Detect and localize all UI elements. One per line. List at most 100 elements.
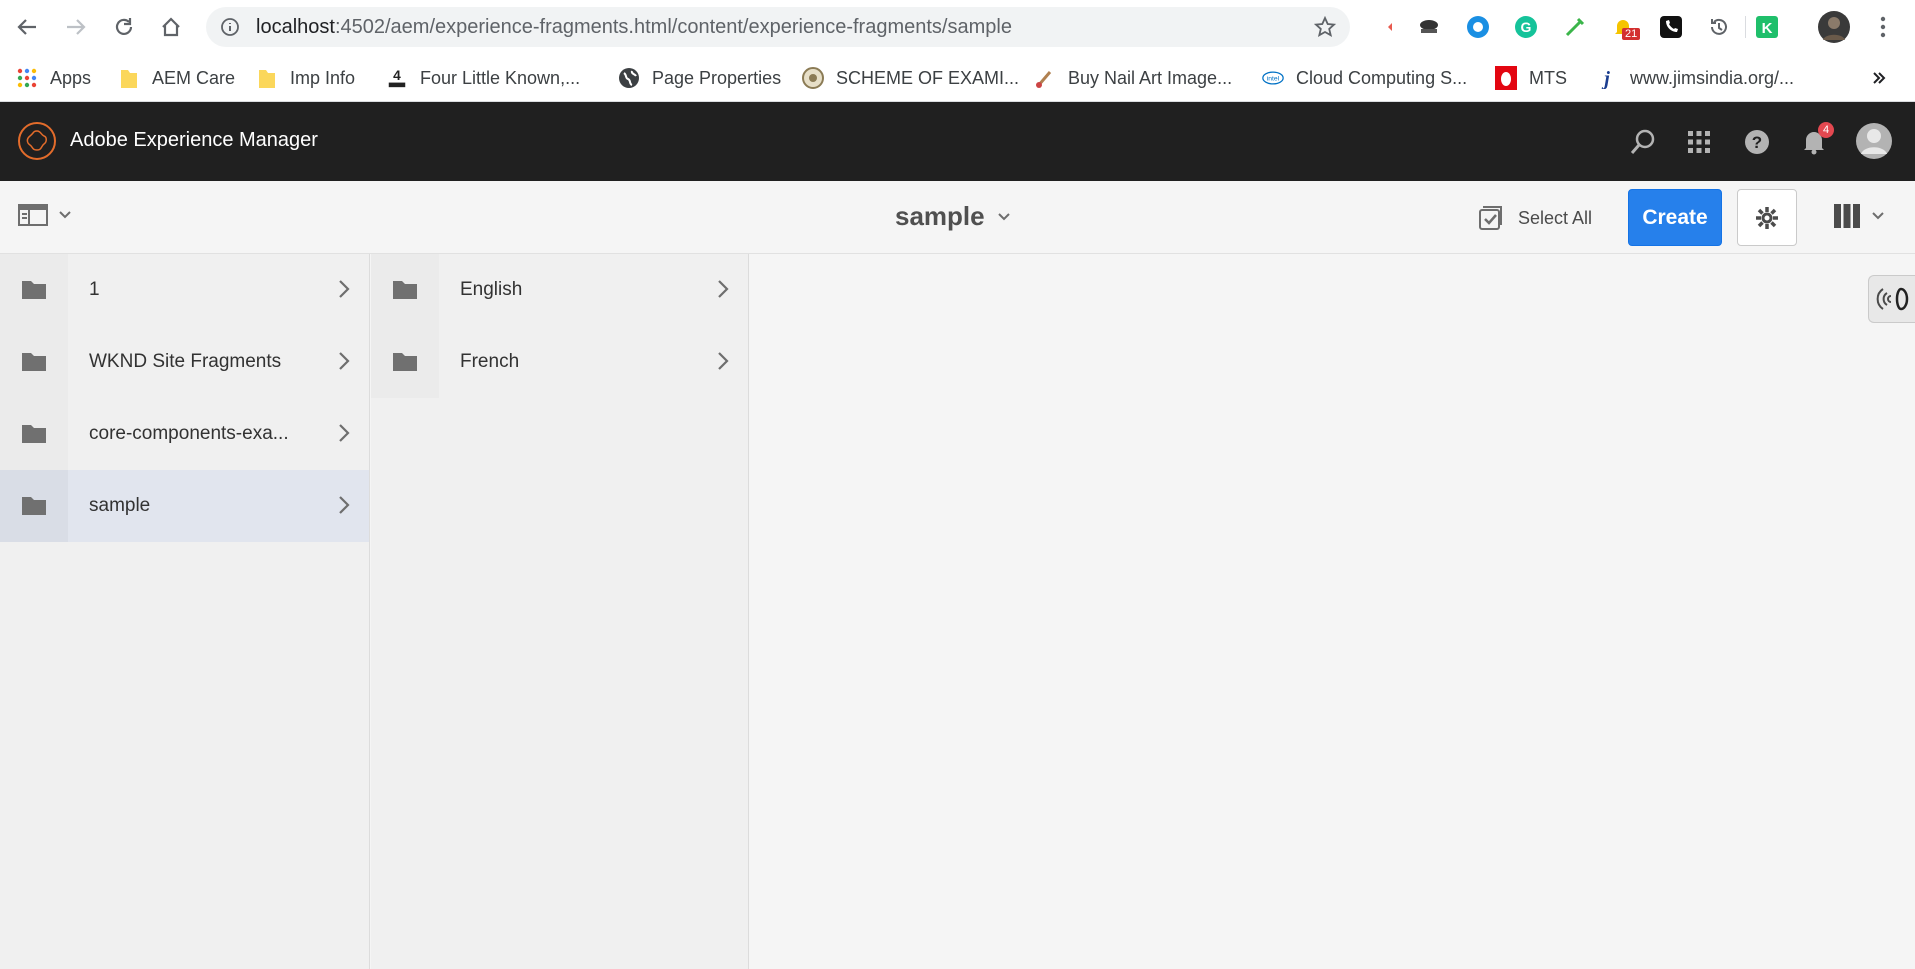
column-item[interactable]: WKND Site Fragments (0, 326, 369, 398)
bookmark-label: Four Little Known,... (420, 67, 581, 88)
forward-button[interactable] (63, 14, 89, 40)
column-view-icon (1834, 204, 1860, 228)
back-arrow-icon (17, 19, 36, 35)
history-icon[interactable] (1706, 14, 1732, 40)
svg-text:?: ? (1752, 133, 1762, 152)
bookmarks-overflow-button[interactable] (1872, 65, 1886, 91)
apps-grid-icon (16, 67, 38, 89)
svg-text:j: j (1601, 68, 1610, 89)
aem-global-header: Adobe Experience Manager ? 4 (0, 102, 1915, 181)
column-item-label: WKND Site Fragments (89, 351, 282, 372)
extension-red-icon[interactable] (1370, 14, 1396, 40)
column-item[interactable]: French (371, 326, 748, 398)
folder-icon (118, 67, 140, 89)
bookmark-buy-nail-art[interactable]: Buy Nail Art Image... (1034, 65, 1232, 91)
help-button[interactable]: ? (1741, 126, 1773, 158)
bookmark-label: AEM Care (152, 67, 236, 88)
folder-icon (371, 326, 439, 398)
bookmark-mts[interactable]: MTS (1495, 65, 1567, 91)
column-item[interactable]: 1 (0, 254, 369, 326)
notification-count-badge: 4 (1818, 122, 1834, 138)
create-button[interactable]: Create (1628, 189, 1722, 246)
toolbar-divider (1745, 16, 1746, 38)
select-all-label: Select All (1518, 207, 1593, 228)
notifications-button[interactable]: 4 (1798, 122, 1834, 158)
bookmark-aem-care[interactable]: AEM Care (118, 65, 235, 91)
folder-icon (0, 254, 68, 326)
grid-icon (1688, 131, 1710, 153)
folder-icon (0, 470, 68, 542)
chevron-right-icon[interactable] (337, 350, 351, 372)
profile-avatar[interactable] (1817, 10, 1851, 44)
folder-icon (0, 326, 68, 398)
extension-phone-icon[interactable] (1658, 14, 1684, 40)
rail-toggle-button[interactable] (18, 203, 72, 227)
bookmark-cloud-computing[interactable]: intel Cloud Computing S... (1262, 65, 1467, 91)
reload-button[interactable] (111, 14, 137, 40)
site-info-icon[interactable] (220, 17, 240, 37)
chevron-down-icon (1872, 212, 1884, 220)
page-title: sample (895, 201, 985, 231)
select-all-button[interactable]: Select All (1478, 205, 1592, 231)
folder-icon (0, 398, 68, 470)
bookmark-imp-info[interactable]: Imp Info (256, 65, 355, 91)
bookmark-scheme-of-exami[interactable]: SCHEME OF EXAMI... (802, 65, 1019, 91)
home-icon (162, 17, 180, 37)
side-panel-icon (18, 204, 48, 226)
checkbox-select-icon (1479, 206, 1502, 230)
bookmark-star-icon[interactable] (1314, 16, 1336, 38)
settings-button[interactable] (1737, 189, 1797, 246)
column-item[interactable]: core-components-exa... (0, 398, 369, 470)
guys-logo-icon: 4 (386, 67, 408, 89)
double-chevron-icon (1873, 72, 1886, 84)
column-item-selected[interactable]: sample (0, 470, 369, 542)
bookmark-page-properties[interactable]: Page Properties (618, 65, 781, 91)
home-button[interactable] (158, 14, 184, 40)
bookmark-label: Buy Nail Art Image... (1068, 67, 1233, 88)
chevron-right-icon[interactable] (716, 350, 730, 372)
chevron-right-icon[interactable] (337, 422, 351, 444)
extension-pen-icon[interactable] (1562, 14, 1588, 40)
help-icon: ? (1745, 130, 1769, 154)
view-switcher-button[interactable] (1833, 203, 1885, 229)
bookmark-jimsindia[interactable]: j www.jimsindia.org/... (1596, 65, 1794, 91)
aem-logo-icon[interactable] (18, 122, 56, 160)
extension-bell-icon[interactable]: 21 (1610, 14, 1641, 40)
aem-product-title[interactable]: Adobe Experience Manager (70, 129, 318, 152)
column-item-label: sample (89, 495, 151, 516)
column-item-label: English (460, 279, 523, 300)
broadcast-icon (1876, 287, 1909, 311)
bookmark-label: Page Properties (652, 67, 782, 88)
back-button[interactable] (14, 14, 40, 40)
bookmark-label: SCHEME OF EXAMI... (836, 67, 1020, 88)
side-panel-tab[interactable] (1868, 275, 1915, 323)
svg-text:K: K (1762, 20, 1773, 37)
search-button[interactable] (1627, 126, 1659, 158)
column-item-label: French (460, 351, 520, 372)
breadcrumb-title-button[interactable]: sample (895, 201, 1011, 232)
extension-spy-icon[interactable] (1416, 14, 1442, 40)
column-item-label: core-components-exa... (89, 423, 289, 444)
extension-k-icon[interactable]: K (1754, 14, 1780, 40)
mts-icon (1495, 66, 1517, 90)
chrome-menu-icon[interactable] (1870, 14, 1896, 40)
bookmarks-bar: Apps AEM Care Imp Info 4 Four Little Kno… (0, 55, 1915, 102)
chevron-right-icon[interactable] (716, 278, 730, 300)
intel-icon: intel (1262, 67, 1284, 89)
column-view-level-1: 1 WKND Site Fragments core-components-ex… (0, 254, 370, 969)
extension-circle-icon[interactable] (1465, 14, 1491, 40)
chevron-right-icon[interactable] (337, 494, 351, 516)
user-avatar[interactable] (1855, 122, 1893, 160)
gear-icon (1756, 206, 1778, 229)
column-item[interactable]: English (371, 254, 748, 326)
j-icon: j (1596, 67, 1618, 89)
chevron-right-icon[interactable] (337, 278, 351, 300)
bookmark-apps[interactable]: Apps (16, 65, 91, 91)
address-bar[interactable]: localhost:4502/aem/experience-fragments.… (206, 7, 1350, 47)
grammarly-icon[interactable]: G (1513, 14, 1539, 40)
chevron-down-icon (59, 211, 71, 219)
bookmark-four-little-known[interactable]: 4 Four Little Known,... (386, 65, 580, 91)
folder-icon (371, 254, 439, 326)
solutions-button[interactable] (1683, 126, 1715, 158)
url-text: localhost:4502/aem/experience-fragments.… (256, 16, 1012, 38)
